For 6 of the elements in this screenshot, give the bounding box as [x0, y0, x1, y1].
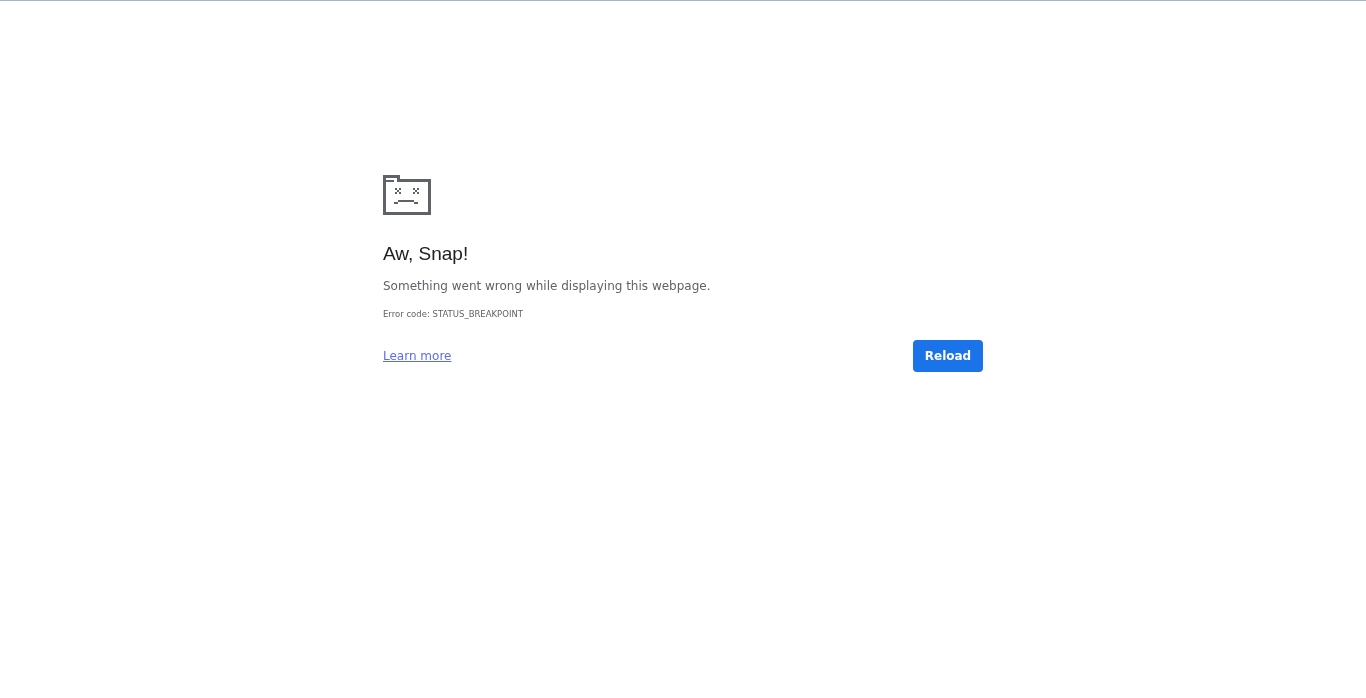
- reload-button[interactable]: Reload: [913, 340, 983, 372]
- learn-more-link[interactable]: Learn more: [383, 349, 452, 363]
- sad-folder-icon: [383, 175, 431, 215]
- error-code: Error code: STATUS_BREAKPOINT: [383, 309, 524, 319]
- error-title: Aw, Snap!: [383, 243, 470, 265]
- error-message: Something went wrong while displaying this webpage.: [383, 279, 712, 293]
